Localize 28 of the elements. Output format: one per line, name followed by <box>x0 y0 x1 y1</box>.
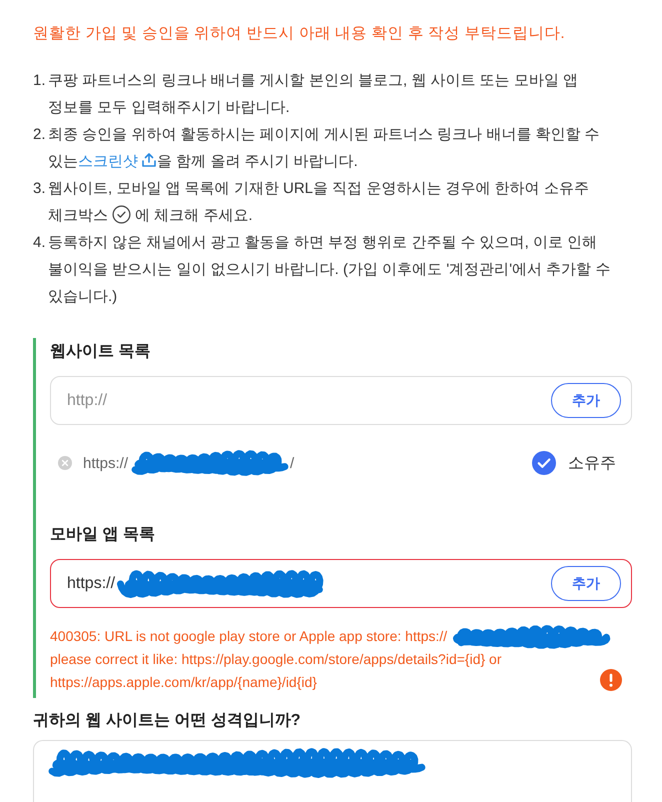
url-text: https:// <box>83 454 128 472</box>
list-number: 3. <box>33 179 47 199</box>
check-circle-icon <box>112 205 131 224</box>
instruction-text: 웹사이트, 모바일 앱 목록에 기재한 URL을 직접 운영하시는 경우에 한하여 소유주 체크박스 에 체크해 주세요. <box>48 179 590 226</box>
section-title: 모바일 앱 목록 <box>50 525 156 545</box>
owner-label: 소유주 <box>568 454 616 474</box>
alert-icon <box>600 669 622 691</box>
screenshot-upload-link[interactable]: 스크린샷 <box>78 153 157 170</box>
notice-text: 원활한 가입 및 승인을 위하여 반드시 아래 내용 확인 후 작성 부탁드립니다. <box>33 24 566 44</box>
add-button[interactable]: 추가 <box>551 566 621 601</box>
add-button[interactable]: 추가 <box>551 383 621 418</box>
list-number: 4. <box>33 233 47 253</box>
checkbox-icon[interactable] <box>532 451 556 475</box>
upload-icon <box>141 152 157 168</box>
list-number: 2. <box>33 125 47 145</box>
instruction-text: 최종 승인을 위하여 활동하시는 페이지에 게시된 파트너스 링크나 배너를 확인할 수 있는스크린샷 을 함께 올려 주시기 바랍니다. <box>48 125 601 172</box>
instruction-text: 쿠팡 파트너스의 링크나 배너를 게시할 본인의 블로그, 웹 사이트 또는 모바일 앱 정보를 모두 입력해주시기 바랍니다. <box>48 71 580 118</box>
app-url-input-field[interactable]: https:// 추가 <box>50 559 632 608</box>
error-message: please correct it like: https://play.google.com/store/apps/details?id={id} or https://apps.apple.com/kr/app/{name}/id{id} <box>50 650 502 692</box>
instruction-text: 등록하지 않은 채널에서 광고 활동을 하면 부정 행위로 간주될 수 있으며, 이로 인해 불이익을 받으시는 일이 없으시기 바랍니다. (가입 이후에도 '계정관리'에서 추가할 수 있습니다.) <box>48 233 612 307</box>
error-message: 400305: URL is not google play store or Apple app store: https:// <box>50 627 448 646</box>
section-title: 웹사이트 목록 <box>50 342 152 362</box>
url-text: / <box>290 454 294 472</box>
list-number: 1. <box>33 71 47 91</box>
question-title: 귀하의 웹 사이트는 어떤 성격입니까? <box>33 711 302 731</box>
answer-field[interactable] <box>33 740 632 802</box>
input-value: https:// <box>67 574 116 592</box>
url-input-field[interactable]: http:// 추가 <box>50 376 632 425</box>
